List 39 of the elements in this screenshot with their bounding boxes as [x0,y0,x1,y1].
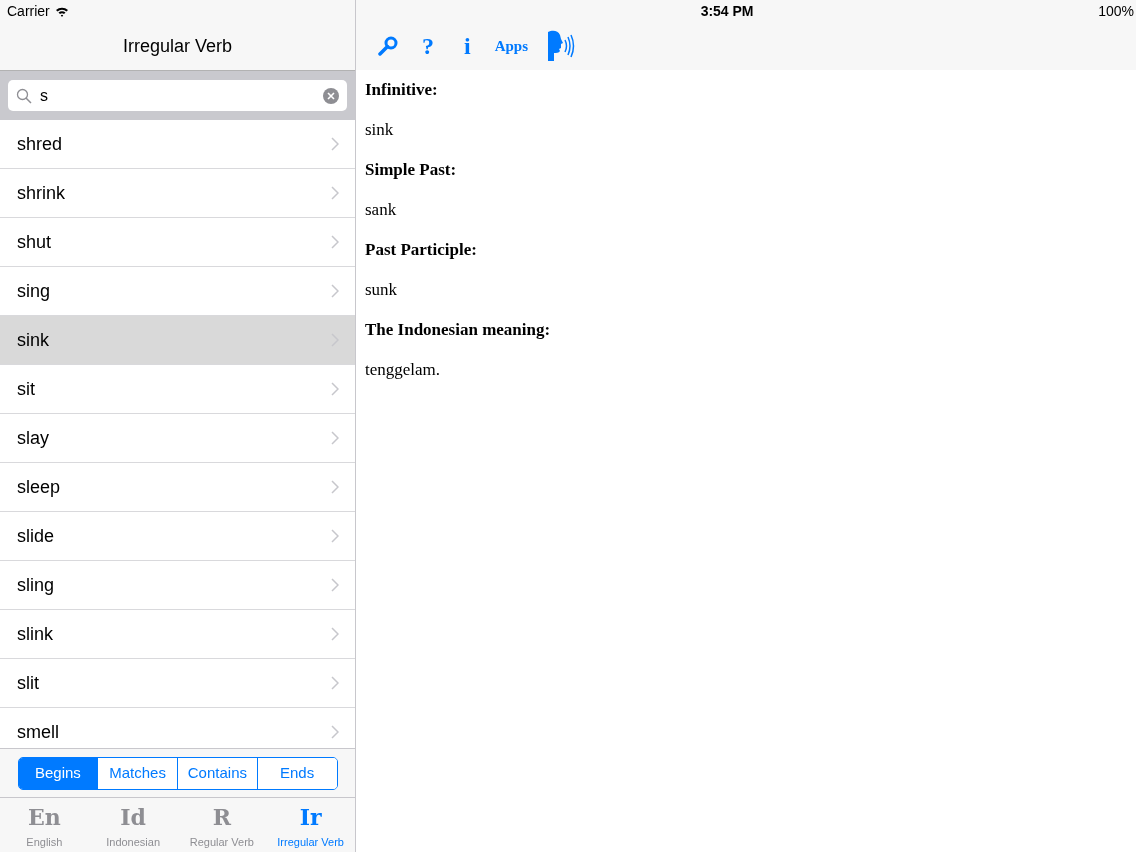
search-text: s [40,85,49,106]
chevron-icon [331,137,339,151]
chevron-icon [331,529,339,543]
search-icon [16,87,32,104]
search-field[interactable]: s [8,80,347,111]
field-value: sunk [365,280,399,300]
search-icon[interactable] [378,36,398,56]
chevron-icon [331,186,339,200]
apps-button[interactable]: Apps [494,34,529,58]
field-value: sink [365,120,395,140]
battery-label: 100% [1098,1,1134,21]
chevron-icon [331,382,339,396]
chevron-icon [331,431,339,445]
field-heading: Infinitive: [365,80,439,100]
chevron-icon [331,578,339,592]
clock: 3:54 PM [700,1,754,21]
chevron-icon [331,480,339,494]
tab-bar-item[interactable]: Ir Irregular Verb [266,798,355,852]
toolbar-button[interactable]: ? [416,28,440,64]
field-heading: The Indonesian meaning: [365,320,552,340]
verb-list-item[interactable]: sink [0,316,355,365]
segment-button[interactable]: Begins [18,757,98,789]
chevron-icon [331,627,339,641]
clear-icon[interactable] [323,87,339,104]
chevron-icon [331,725,339,739]
field-heading: Simple Past: [365,160,458,180]
field-heading: Past Participle: [365,240,478,260]
chevron-icon [331,235,339,249]
wifi-icon [54,5,69,17]
carrier-label: Carrier [7,1,50,21]
segment-button[interactable]: Matches [97,757,177,789]
toolbar-button[interactable]: i [458,28,477,64]
chevron-icon [331,676,339,690]
segment-button[interactable]: Contains [177,757,257,789]
field-value: sank [365,200,398,220]
segment-button[interactable]: Ends [256,757,337,789]
field-value: tenggelam. [365,360,442,380]
chevron-icon [331,284,339,298]
panel-title: Irregular Verb [122,34,233,58]
